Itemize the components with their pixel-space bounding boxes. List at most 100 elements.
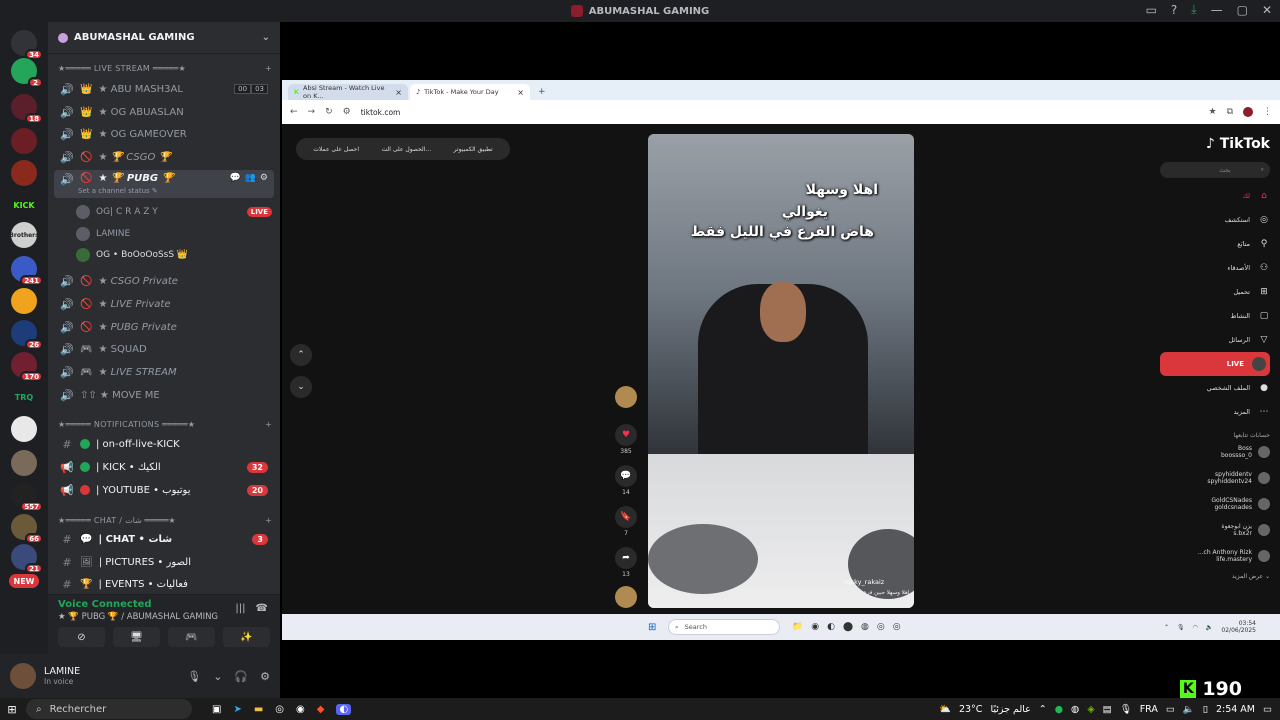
pubg-server-icon[interactable] xyxy=(11,288,37,314)
server-server-icon[interactable] xyxy=(11,416,37,442)
voice-channel[interactable]: 🔊 ⇧⇧ ★ MOVE ME xyxy=(54,385,274,405)
like-action[interactable]: ♥ 385 xyxy=(614,424,638,455)
trq-server-icon[interactable]: TRQ xyxy=(11,384,37,410)
disconnect-icon[interactable]: ☎ xyxy=(256,603,268,614)
add-channel-icon[interactable]: + xyxy=(265,64,272,73)
telegram-icon[interactable]: ➤ xyxy=(233,704,241,715)
remote-search[interactable]: ⌕ Search xyxy=(668,619,780,635)
text-channel[interactable]: # | on-off-live-KICK xyxy=(54,434,274,454)
tiktok-search[interactable]: بحث ⌕ xyxy=(1160,162,1270,178)
tiktok-logo[interactable]: ♪ TikTok xyxy=(1160,136,1270,152)
following-account[interactable]: Boss boossso_0 xyxy=(1160,439,1270,465)
creator-avatar[interactable] xyxy=(614,386,638,410)
battery-icon[interactable]: ▯ xyxy=(1203,704,1208,715)
add-channel-icon[interactable]: + xyxy=(265,516,272,525)
taskbar-search[interactable]: ⌕ Rechercher xyxy=(26,699,192,719)
voice-channel[interactable]: 🔊 👑 ★ OG GAMEOVER xyxy=(54,124,274,144)
activity-button[interactable]: 🎮 xyxy=(168,627,215,647)
extensions-icon[interactable]: ⧉ xyxy=(1227,107,1233,117)
back-icon[interactable]: ← xyxy=(290,107,298,117)
nav-friends[interactable]: الأصدقاء ⚇ xyxy=(1160,256,1270,280)
nav-activity[interactable]: النشاط ▢ xyxy=(1160,304,1270,328)
server-server-icon[interactable] xyxy=(11,128,37,154)
star-icon[interactable]: ★ xyxy=(1208,107,1216,117)
screen-share-button[interactable]: 🖥 xyxy=(113,627,160,647)
close-icon[interactable]: × xyxy=(395,88,402,97)
voice-channel[interactable]: 🔊 🚫 ★ CSGO Private xyxy=(54,271,274,291)
close-icon[interactable]: × xyxy=(517,88,524,97)
brave-icon[interactable]: ◆ xyxy=(317,704,325,715)
noise-suppression-icon[interactable]: ||| xyxy=(235,603,245,614)
weather-icon[interactable]: ⛅ xyxy=(939,704,951,715)
network-icon[interactable]: ▭ xyxy=(1166,704,1175,715)
comment-action[interactable]: 💬 14 xyxy=(614,465,638,496)
app-icon[interactable]: ◍ xyxy=(861,622,869,632)
server-server-icon[interactable]: 241 xyxy=(11,256,43,286)
voice-user[interactable]: OG • BoOoOoSsS 👑 xyxy=(76,246,272,264)
text-channel[interactable]: # 🏆 | EVENTS • فعاليات xyxy=(54,574,274,594)
windows-start-icon[interactable]: ⊞ xyxy=(0,703,24,716)
minimize-button[interactable]: — xyxy=(1211,3,1223,17)
discord-home-icon[interactable]: 34 xyxy=(11,30,43,60)
following-account[interactable]: GoldCSNades goldcsnades xyxy=(1160,491,1270,517)
chat-icon[interactable]: 💬 xyxy=(229,173,240,183)
chevron-up-icon[interactable]: ⌃ xyxy=(1039,704,1047,715)
chrome-icon[interactable]: ◎ xyxy=(893,622,901,632)
spotify-icon[interactable]: ● xyxy=(1055,704,1063,715)
volume-icon[interactable]: 🔈 xyxy=(1183,704,1195,715)
notification-icon[interactable]: ▭ xyxy=(1263,704,1272,715)
following-account[interactable]: يزن ابوجعوة s.bx2r xyxy=(1160,517,1270,543)
chevron-up-icon[interactable]: ⌃ xyxy=(290,344,312,366)
reload-icon[interactable]: ↻ xyxy=(325,107,333,117)
nav-upload[interactable]: تحميل ⊞ xyxy=(1160,280,1270,304)
music-disc[interactable] xyxy=(614,586,638,610)
task-view-icon[interactable]: ▣ xyxy=(212,704,221,715)
voice-user[interactable]: LAMINE xyxy=(76,225,272,243)
user-avatar[interactable] xyxy=(10,663,36,689)
microphone-icon[interactable]: 🎙 xyxy=(1177,624,1185,631)
video-username[interactable]: rocky_rakaiz xyxy=(844,578,884,586)
server-server-icon[interactable] xyxy=(11,450,37,476)
camera-off-button[interactable]: ⊘ xyxy=(58,627,105,647)
maximize-button[interactable]: ▢ xyxy=(1237,3,1248,17)
add-channel-icon[interactable]: + xyxy=(265,420,272,429)
see-more-link[interactable]: عرض المزيد ⌄ xyxy=(1160,573,1270,580)
kick-server-icon[interactable]: KICK xyxy=(11,192,37,218)
share-action[interactable]: ➦ 13 xyxy=(614,547,638,578)
chevron-up-icon[interactable]: ⌃ xyxy=(1164,624,1169,631)
category-notifications[interactable]: ★═════ NOTIFICATIONS ═════★ + xyxy=(58,420,272,429)
new-server-icon[interactable]: NEW xyxy=(9,574,39,588)
invite-icon[interactable]: 👥 xyxy=(245,173,256,183)
steam-icon[interactable]: ◉ xyxy=(296,704,305,715)
wifi-icon[interactable]: ◠ xyxy=(1193,624,1198,631)
text-channel[interactable]: # 💬 | CHAT • شات 3 xyxy=(54,529,274,549)
windows-icon[interactable]: ⊞ xyxy=(648,622,656,633)
server-server-icon[interactable]: 18 xyxy=(11,94,43,124)
text-channel[interactable]: # 🖼 | PICTURES • الصور xyxy=(54,552,274,572)
volume-icon[interactable]: 🔈 xyxy=(1206,624,1213,631)
nav-for-you[interactable]: لك ⌂ xyxy=(1160,184,1270,208)
following-account[interactable]: ...ch Anthony Rizk life.mastery xyxy=(1160,543,1270,569)
chevron-down-icon[interactable]: ⌄ xyxy=(213,670,222,683)
coins-button[interactable]: احصل على عملات xyxy=(313,146,359,153)
get-app-button[interactable]: الحصول على الت... xyxy=(382,146,432,153)
text-channel[interactable]: 📢 | KICK • الكيك 32 xyxy=(54,457,274,477)
server-server-icon[interactable]: 26 xyxy=(11,320,43,350)
nav-profile[interactable]: الملف الشخصي ● xyxy=(1160,376,1270,400)
stream-view[interactable]: K Absi Stream - Watch Live on K... × ♪ TikT… xyxy=(280,22,1280,700)
video-player[interactable]: اهلا وسهلا يغوالي هاض الفرع في الليل فقط… xyxy=(648,134,914,608)
menu-icon[interactable]: ⋮ xyxy=(1263,107,1272,117)
chrome-icon[interactable]: ◎ xyxy=(275,704,284,715)
tray-app-icon[interactable]: ▤ xyxy=(1103,704,1112,715)
server-header[interactable]: ABUMASHAL GAMING ⌄ xyxy=(48,22,280,54)
microphone-icon[interactable]: 🎙 xyxy=(1120,704,1132,715)
server-server-icon[interactable]: 170 xyxy=(11,352,43,382)
folder-icon[interactable]: ▬ xyxy=(254,704,263,715)
chevron-down-icon[interactable]: ⌄ xyxy=(290,376,312,398)
microphone-icon[interactable]: 🎙 xyxy=(187,670,201,683)
bookmark-action[interactable]: 🔖 7 xyxy=(614,506,638,537)
discord-icon[interactable]: 2 xyxy=(11,58,43,88)
nav-following[interactable]: متابَع ⚲ xyxy=(1160,232,1270,256)
nav-explore[interactable]: استكشف ◎ xyxy=(1160,208,1270,232)
gear-icon[interactable]: ⚙ xyxy=(260,670,270,683)
